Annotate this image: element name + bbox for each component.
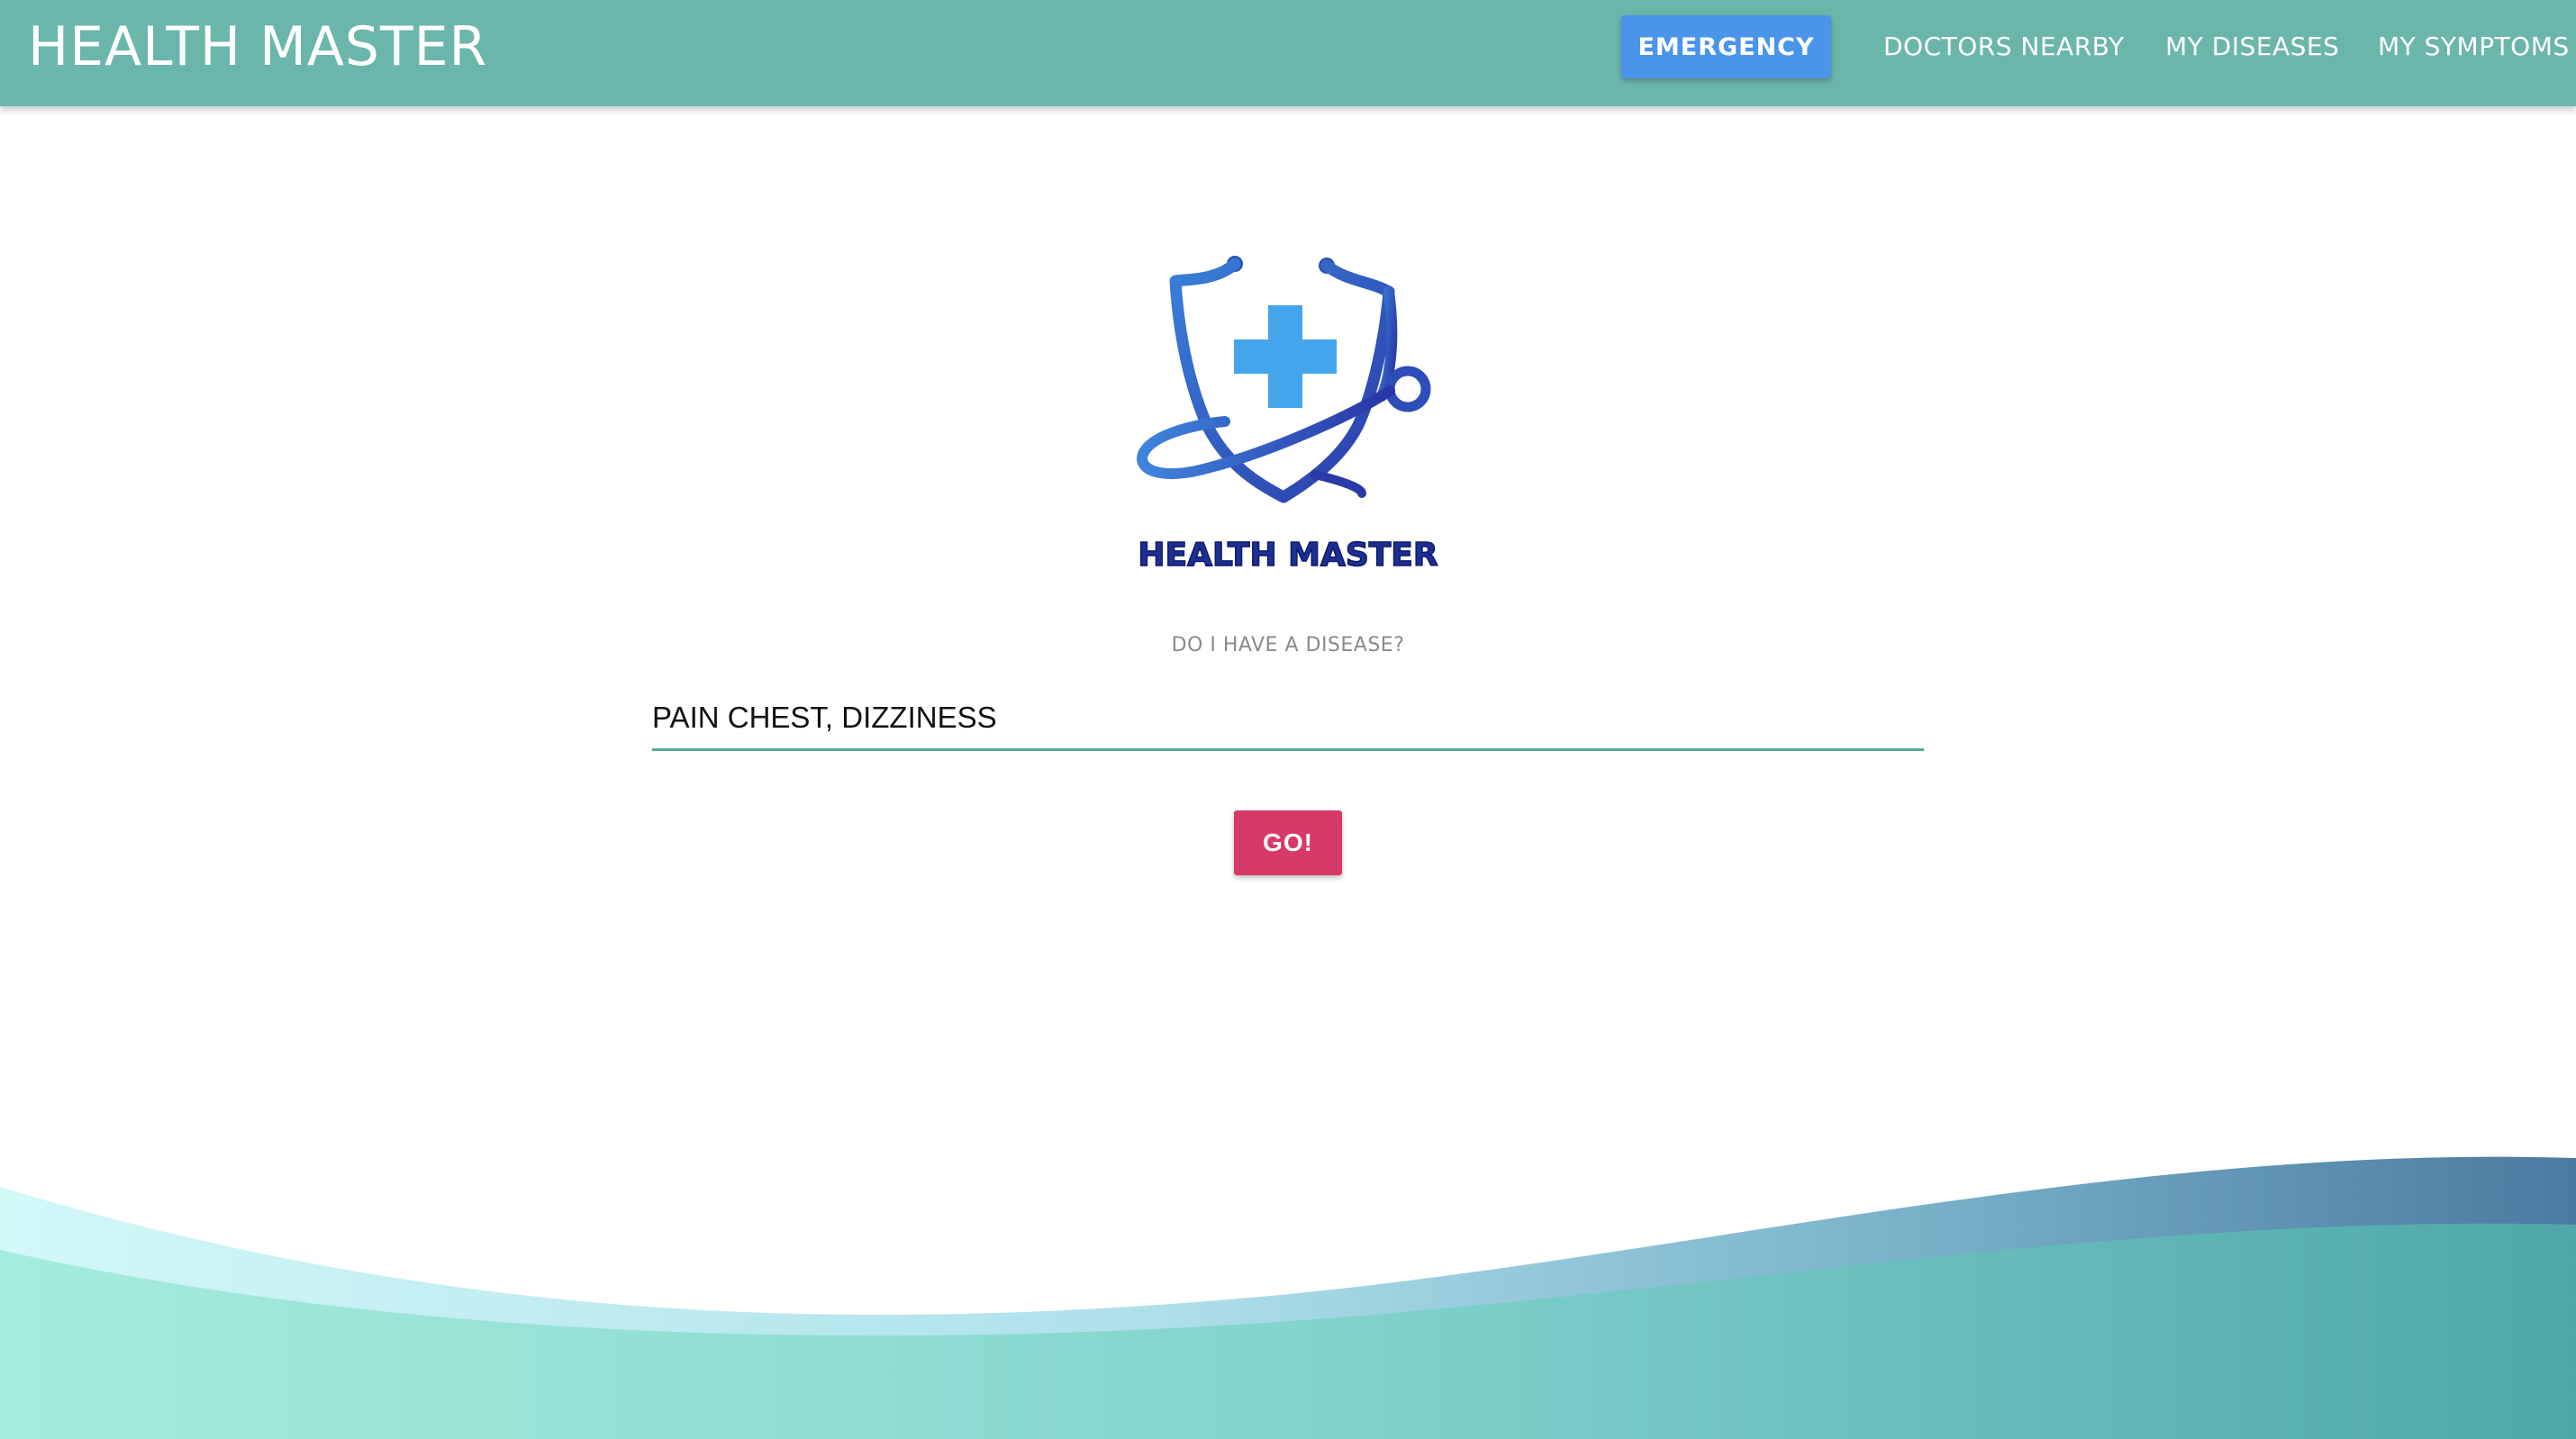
go-button[interactable]: GO! — [1234, 810, 1342, 875]
logo-text: HEALTH MASTER — [1138, 536, 1439, 575]
symptoms-input[interactable] — [652, 686, 1924, 751]
nav-my-symptoms[interactable]: MY SYMPTOMS — [2378, 27, 2570, 67]
page: HEALTH MASTER EMERGENCY DOCTORS NEARBY M… — [0, 0, 2576, 1439]
decorative-wave — [0, 1156, 2576, 1439]
emergency-button[interactable]: EMERGENCY — [1621, 15, 1831, 78]
disease-question-label: DO I HAVE A DISEASE? — [1171, 634, 1405, 656]
medical-cross-icon — [1234, 305, 1337, 408]
brand-title[interactable]: HEALTH MASTER — [28, 13, 487, 81]
shield-stethoscope-cross-icon — [1137, 256, 1431, 503]
top-navbar: HEALTH MASTER EMERGENCY DOCTORS NEARBY M… — [0, 0, 2576, 106]
nav-doctors-nearby[interactable]: DOCTORS NEARBY — [1883, 27, 2124, 67]
nav-my-diseases[interactable]: MY DISEASES — [2165, 27, 2339, 67]
